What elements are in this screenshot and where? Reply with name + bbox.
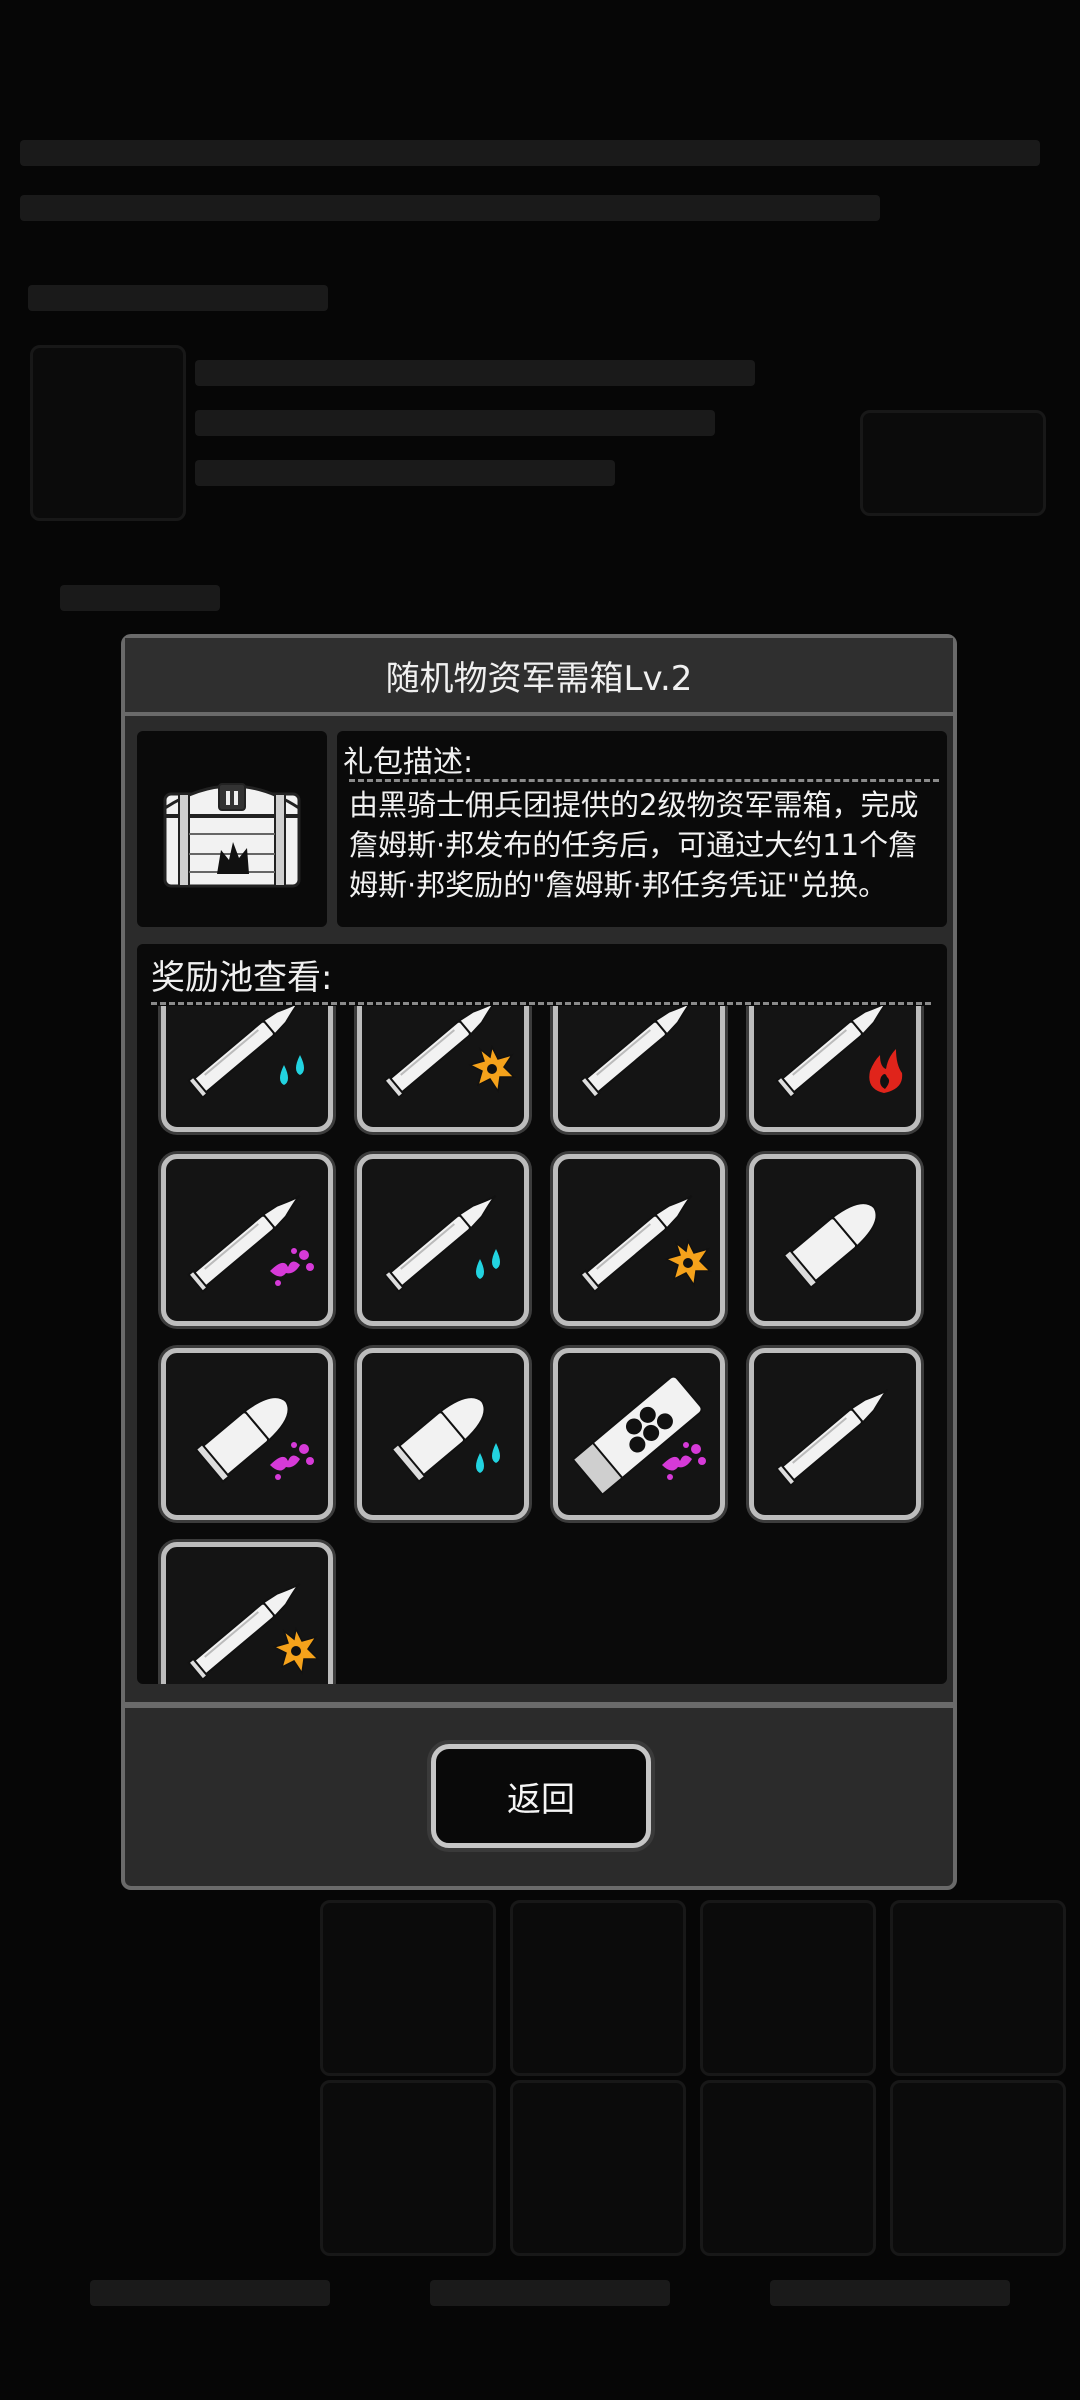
rifle-bullet-icon [383,1194,500,1293]
description-panel: 礼包描述: 由黑骑士佣兵团提供的2级物资军需箱，完成詹姆斯·邦发布的任务后，可通… [337,731,947,927]
dashed-divider [151,1002,931,1005]
description-text: 由黑骑士佣兵团提供的2级物资军需箱，完成詹姆斯·邦发布的任务后，可通过大约11个… [349,788,919,902]
rifle-bullet-icon [187,1194,314,1293]
pistol-bullet-icon [390,1396,500,1483]
reward-slot[interactable] [357,1348,529,1520]
dialog-title: 随机物资军需箱Lv.2 [125,638,953,716]
reward-slot[interactable] [161,1348,333,1520]
reward-slot[interactable] [749,1348,921,1520]
rifle-bullet-icon [187,1006,304,1099]
reward-slot[interactable] [553,1006,725,1132]
reward-pool-label: 奖励池查看: [151,958,333,998]
rifle-bullet-icon [187,1582,320,1681]
reward-slot[interactable] [161,1542,333,1684]
supply-box-dialog: 随机物资军需箱Lv.2 礼包描述: 由黑骑士佣兵团提供的2级物资军需箱，完成詹姆… [121,634,957,1890]
reward-slot[interactable] [357,1006,529,1132]
reward-slot[interactable] [161,1006,333,1132]
description-label: 礼包描述: [343,745,474,780]
reward-slot[interactable] [553,1154,725,1326]
shotgun-shell-icon [571,1375,706,1497]
rifle-bullet-icon [775,1006,903,1099]
pistol-bullet-icon [782,1202,878,1289]
reward-pool-panel[interactable]: 奖励池查看: [137,944,947,1684]
chest-panel [137,731,327,927]
supply-chest-icon [163,783,301,888]
reward-scroll-area[interactable] [137,1006,947,1684]
reward-slot[interactable] [161,1154,333,1326]
reward-slot[interactable] [749,1006,921,1132]
footer-divider [125,1702,953,1708]
rifle-bullet-icon [579,1006,693,1099]
reward-slot[interactable] [553,1348,725,1520]
pistol-bullet-icon [194,1396,314,1483]
dashed-divider [349,779,939,782]
back-button[interactable]: 返回 [431,1744,651,1848]
rifle-bullet-icon [383,1006,516,1099]
rifle-bullet-icon [775,1388,889,1487]
reward-slot[interactable] [749,1154,921,1326]
rifle-bullet-icon [579,1194,712,1293]
reward-slot[interactable] [357,1154,529,1326]
